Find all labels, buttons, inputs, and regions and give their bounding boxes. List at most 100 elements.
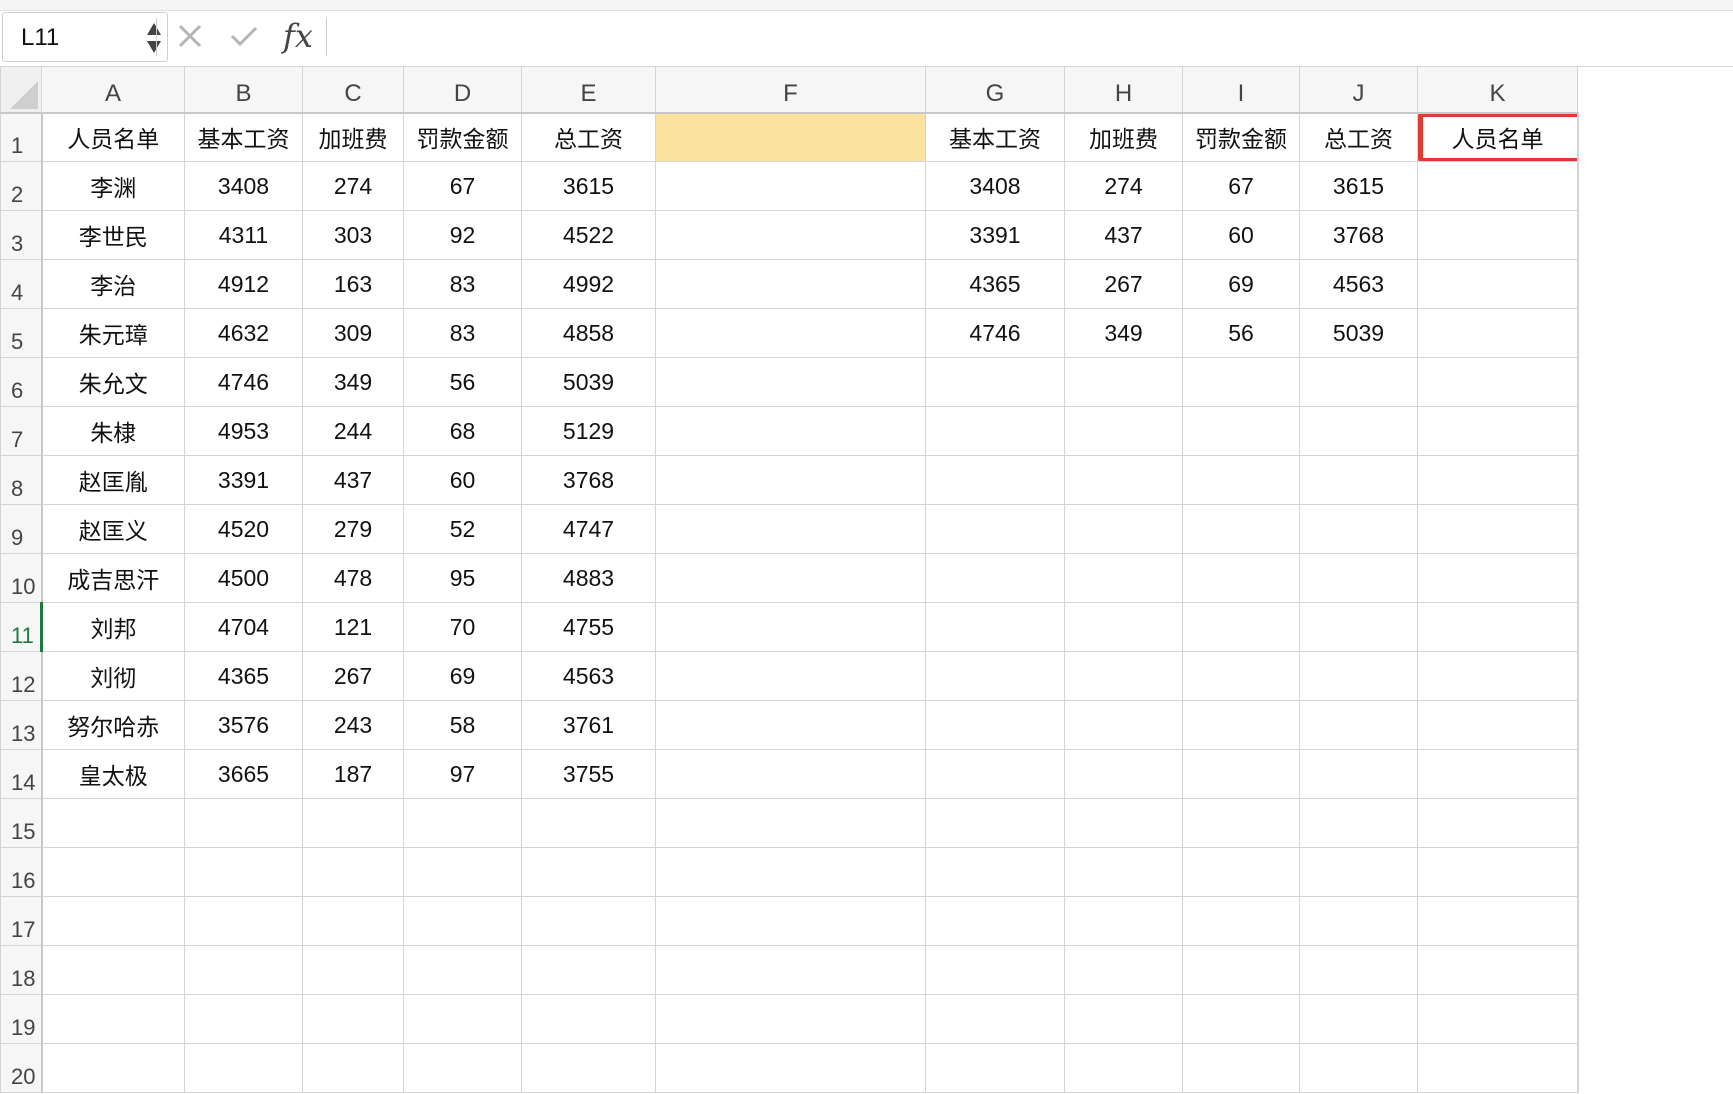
cell-c2[interactable]: 274 (302, 161, 404, 211)
cell-g4[interactable]: 4365 (925, 259, 1065, 309)
cell-i13[interactable] (1182, 700, 1300, 750)
formula-input[interactable] (364, 14, 1728, 60)
cell-b14[interactable]: 3665 (184, 749, 303, 799)
column-header-b[interactable]: B (184, 66, 303, 114)
cell-j14[interactable] (1299, 749, 1418, 799)
select-all-corner[interactable] (0, 66, 42, 114)
cell-f3[interactable] (655, 210, 926, 260)
cell-f2[interactable] (655, 161, 926, 211)
cell-a5[interactable]: 朱元璋 (41, 308, 185, 358)
cell-e15[interactable] (521, 798, 656, 848)
cell-a1[interactable]: 人员名单 (41, 112, 185, 162)
cell-h18[interactable] (1064, 945, 1183, 995)
cell-i15[interactable] (1182, 798, 1300, 848)
cell-f12[interactable] (655, 651, 926, 701)
cell-j16[interactable] (1299, 847, 1418, 897)
cell-f18[interactable] (655, 945, 926, 995)
cell-a6[interactable]: 朱允文 (41, 357, 185, 407)
cell-d12[interactable]: 69 (403, 651, 522, 701)
row-header[interactable]: 14 (0, 749, 43, 799)
cell-g1[interactable]: 基本工资 (925, 112, 1065, 162)
cell-h17[interactable] (1064, 896, 1183, 946)
cell-h15[interactable] (1064, 798, 1183, 848)
cell-a17[interactable] (41, 896, 185, 946)
cell-k4[interactable] (1417, 259, 1578, 309)
cell-e4[interactable]: 4992 (521, 259, 656, 309)
cell-k12[interactable] (1417, 651, 1578, 701)
cell-k5[interactable] (1417, 308, 1578, 358)
cell-a15[interactable] (41, 798, 185, 848)
cell-l5[interactable] (1577, 308, 1579, 358)
cell-k7[interactable] (1417, 406, 1578, 456)
cell-l10[interactable] (1577, 553, 1579, 603)
cell-h6[interactable] (1064, 357, 1183, 407)
cell-f10[interactable] (655, 553, 926, 603)
cell-b20[interactable] (184, 1043, 303, 1093)
cell-e19[interactable] (521, 994, 656, 1044)
column-header-c[interactable]: C (302, 66, 404, 114)
column-header-k[interactable]: K (1417, 66, 1578, 114)
cell-g9[interactable] (925, 504, 1065, 554)
cell-c7[interactable]: 244 (302, 406, 404, 456)
cell-j11[interactable] (1299, 602, 1418, 652)
column-header-i[interactable]: I (1182, 66, 1300, 114)
cell-j8[interactable] (1299, 455, 1418, 505)
cell-k17[interactable] (1417, 896, 1578, 946)
cell-a19[interactable] (41, 994, 185, 1044)
cell-b5[interactable]: 4632 (184, 308, 303, 358)
name-box[interactable]: L11 (2, 12, 168, 62)
column-header-d[interactable]: D (403, 66, 522, 114)
cell-f11[interactable] (655, 602, 926, 652)
cell-e14[interactable]: 3755 (521, 749, 656, 799)
cell-g18[interactable] (925, 945, 1065, 995)
cell-k16[interactable] (1417, 847, 1578, 897)
column-header-f[interactable]: F (655, 66, 926, 114)
cell-k3[interactable] (1417, 210, 1578, 260)
cell-h13[interactable] (1064, 700, 1183, 750)
cell-b1[interactable]: 基本工资 (184, 112, 303, 162)
cell-l3[interactable] (1577, 210, 1579, 260)
cell-a13[interactable]: 努尔哈赤 (41, 700, 185, 750)
cell-i3[interactable]: 60 (1182, 210, 1300, 260)
cell-h4[interactable]: 267 (1064, 259, 1183, 309)
cell-k20[interactable] (1417, 1043, 1578, 1093)
cell-a10[interactable]: 成吉思汗 (41, 553, 185, 603)
row-header[interactable]: 17 (0, 896, 43, 946)
cell-e11[interactable]: 4755 (521, 602, 656, 652)
cell-a7[interactable]: 朱棣 (41, 406, 185, 456)
cell-g17[interactable] (925, 896, 1065, 946)
cell-i9[interactable] (1182, 504, 1300, 554)
cell-d15[interactable] (403, 798, 522, 848)
cell-c19[interactable] (302, 994, 404, 1044)
cell-d6[interactable]: 56 (403, 357, 522, 407)
cell-d4[interactable]: 83 (403, 259, 522, 309)
cell-h19[interactable] (1064, 994, 1183, 1044)
cell-f9[interactable] (655, 504, 926, 554)
cell-a2[interactable]: 李渊 (41, 161, 185, 211)
cell-a12[interactable]: 刘彻 (41, 651, 185, 701)
cell-g16[interactable] (925, 847, 1065, 897)
cell-e3[interactable]: 4522 (521, 210, 656, 260)
cell-h1[interactable]: 加班费 (1064, 112, 1183, 162)
cell-i10[interactable] (1182, 553, 1300, 603)
cell-b15[interactable] (184, 798, 303, 848)
cell-g10[interactable] (925, 553, 1065, 603)
cell-g3[interactable]: 3391 (925, 210, 1065, 260)
cell-i2[interactable]: 67 (1182, 161, 1300, 211)
cell-g13[interactable] (925, 700, 1065, 750)
cell-g8[interactable] (925, 455, 1065, 505)
row-header[interactable]: 3 (0, 210, 43, 260)
cell-f5[interactable] (655, 308, 926, 358)
cell-k1[interactable]: 人员名单 (1417, 112, 1578, 162)
cell-f15[interactable] (655, 798, 926, 848)
cell-a4[interactable]: 李治 (41, 259, 185, 309)
cell-d9[interactable]: 52 (403, 504, 522, 554)
cell-k10[interactable] (1417, 553, 1578, 603)
cell-h5[interactable]: 349 (1064, 308, 1183, 358)
cell-l6[interactable] (1577, 357, 1579, 407)
name-box-stepper[interactable] (145, 19, 163, 57)
cell-d8[interactable]: 60 (403, 455, 522, 505)
cell-k8[interactable] (1417, 455, 1578, 505)
cell-b18[interactable] (184, 945, 303, 995)
cell-f13[interactable] (655, 700, 926, 750)
